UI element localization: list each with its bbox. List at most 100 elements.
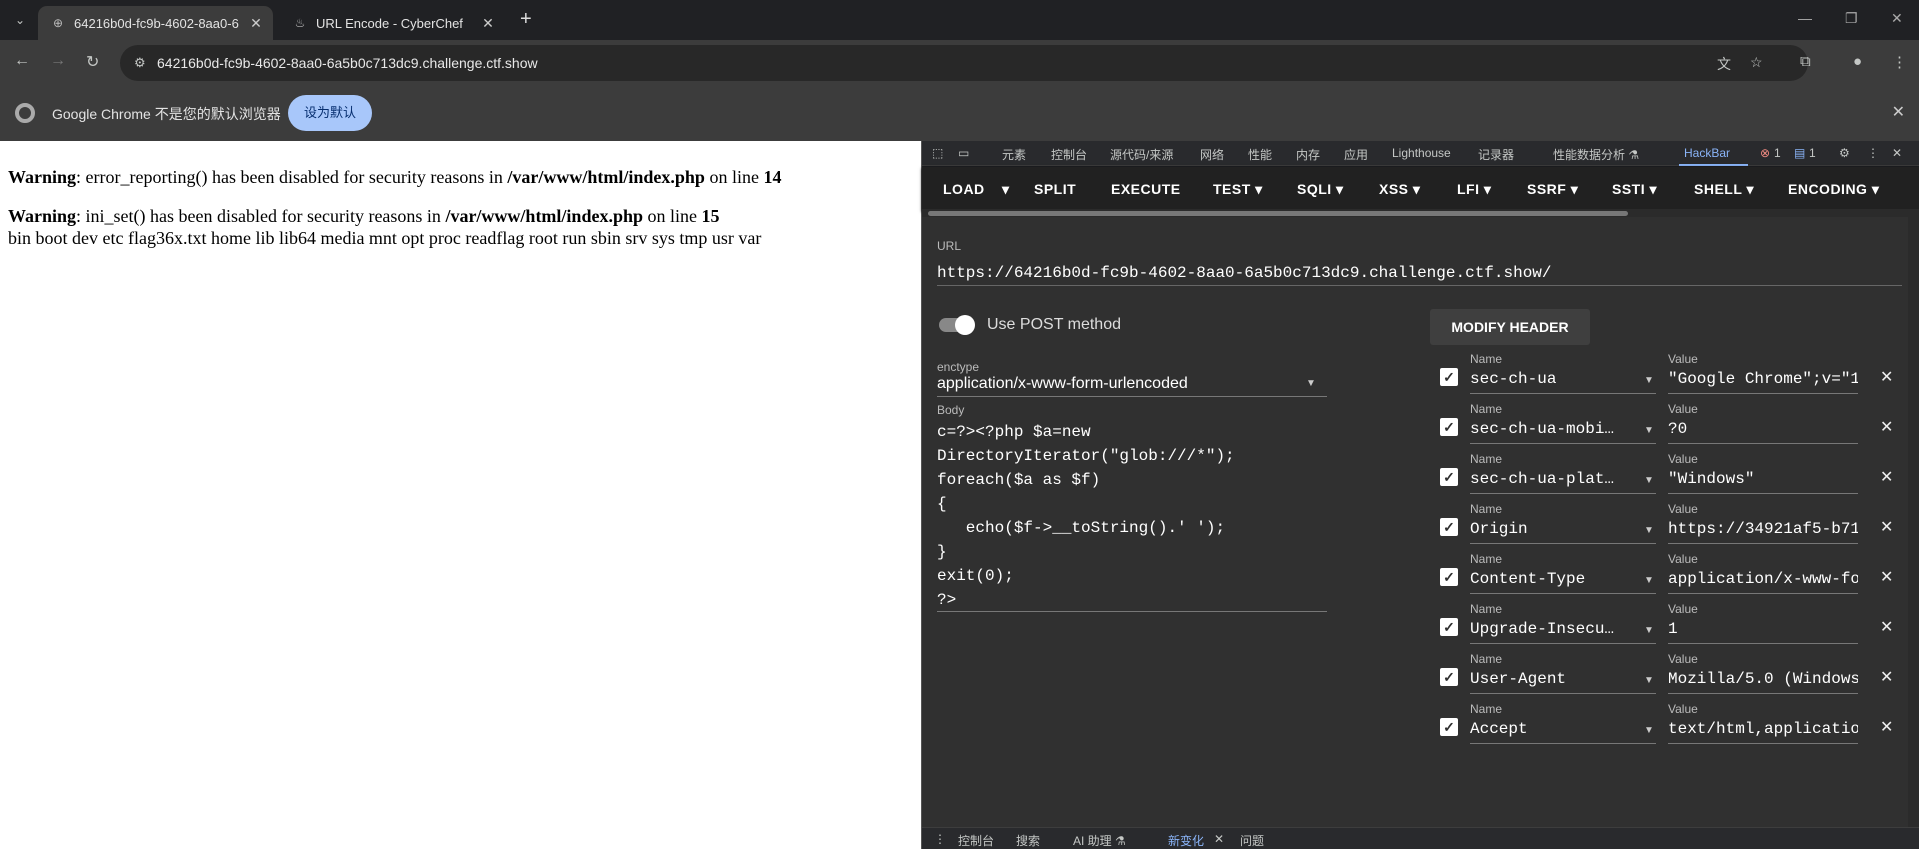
ssti-menu[interactable]: SSTI ▾ xyxy=(1612,181,1657,198)
error-count-icon[interactable]: ⊗ xyxy=(1760,146,1770,160)
header-name-select[interactable]: sec-ch-ua-plat… xyxy=(1470,470,1656,494)
header-name-select[interactable]: Origin xyxy=(1470,520,1656,544)
drawer-tab-search[interactable]: 搜索 xyxy=(1016,832,1040,849)
close-devtools-icon[interactable]: ✕ xyxy=(1892,146,1902,160)
header-enabled-checkbox[interactable]: ✓ xyxy=(1440,718,1458,736)
settings-gear-icon[interactable]: ⚙ xyxy=(1839,146,1850,160)
tab-memory[interactable]: 内存 xyxy=(1296,146,1320,163)
translate-icon[interactable]: 文 xyxy=(1717,54,1731,74)
message-count[interactable]: 1 xyxy=(1809,146,1816,160)
tab-recorder[interactable]: 记录器 xyxy=(1478,146,1514,163)
site-info-icon[interactable]: ⚙ xyxy=(134,55,146,71)
header-name-select[interactable]: Accept xyxy=(1470,720,1656,744)
drawer-tab-console[interactable]: 控制台 xyxy=(958,832,994,849)
header-name-dropdown-icon[interactable]: ▼ xyxy=(1644,625,1654,636)
header-name-select[interactable]: User-Agent xyxy=(1470,670,1656,694)
header-enabled-checkbox[interactable]: ✓ xyxy=(1440,418,1458,436)
tab-elements[interactable]: 元素 xyxy=(1002,146,1026,163)
header-name-select[interactable]: Upgrade-Insecu… xyxy=(1470,620,1656,644)
set-default-button[interactable]: 设为默认 xyxy=(288,95,372,131)
tab-application[interactable]: 应用 xyxy=(1344,146,1368,163)
tab-performance-insights[interactable]: 性能数据分析 ⚗ xyxy=(1553,146,1639,163)
header-name-dropdown-icon[interactable]: ▼ xyxy=(1644,575,1654,586)
header-value-input[interactable]: https://34921af5-b71 xyxy=(1668,520,1858,544)
header-name-dropdown-icon[interactable]: ▼ xyxy=(1644,675,1654,686)
restore-icon[interactable]: ❐ xyxy=(1845,10,1858,27)
load-button[interactable]: LOAD xyxy=(943,181,985,197)
tab-cyberchef[interactable]: ♨ URL Encode - CyberChef ✕ xyxy=(280,6,505,40)
post-method-toggle[interactable] xyxy=(939,315,975,335)
delete-header-icon[interactable]: ✕ xyxy=(1880,517,1893,537)
modify-header-button[interactable]: MODIFY HEADER xyxy=(1430,309,1590,345)
devtools-menu-icon[interactable]: ⋮ xyxy=(1867,146,1879,160)
close-window-icon[interactable]: ✕ xyxy=(1891,10,1903,27)
header-name-dropdown-icon[interactable]: ▼ xyxy=(1644,475,1654,486)
header-value-input[interactable]: Mozilla/5.0 (Windows xyxy=(1668,670,1858,694)
url-input[interactable]: https://64216b0d-fc9b-4602-8aa0-6a5b0c71… xyxy=(937,264,1902,286)
close-drawer-tab-icon[interactable]: ✕ xyxy=(1214,832,1224,846)
enctype-dropdown-icon[interactable]: ▼ xyxy=(1306,378,1316,389)
tab-performance[interactable]: 性能 xyxy=(1248,146,1272,163)
extensions-icon[interactable]: ⧉ xyxy=(1800,53,1811,70)
header-enabled-checkbox[interactable]: ✓ xyxy=(1440,468,1458,486)
execute-button[interactable]: EXECUTE xyxy=(1111,181,1181,197)
header-value-input[interactable]: "Windows" xyxy=(1668,470,1858,494)
body-textarea[interactable]: c=?><?php $a=new DirectoryIterator("glob… xyxy=(937,420,1327,612)
header-name-select[interactable]: Content-Type xyxy=(1470,570,1656,594)
error-count[interactable]: 1 xyxy=(1774,146,1781,160)
header-enabled-checkbox[interactable]: ✓ xyxy=(1440,668,1458,686)
header-value-input[interactable]: "Google Chrome";v="1 xyxy=(1668,370,1858,394)
scrollbar-thumb[interactable] xyxy=(928,211,1628,216)
tab-lighthouse[interactable]: Lighthouse xyxy=(1392,146,1451,160)
header-enabled-checkbox[interactable]: ✓ xyxy=(1440,368,1458,386)
header-enabled-checkbox[interactable]: ✓ xyxy=(1440,568,1458,586)
header-name-dropdown-icon[interactable]: ▼ xyxy=(1644,725,1654,736)
enctype-select[interactable]: application/x-www-form-urlencoded xyxy=(937,375,1327,397)
test-menu[interactable]: TEST ▾ xyxy=(1213,181,1263,198)
ssrf-menu[interactable]: SSRF ▾ xyxy=(1527,181,1578,198)
sqli-menu[interactable]: SQLI ▾ xyxy=(1297,181,1344,198)
tab-console[interactable]: 控制台 xyxy=(1051,146,1087,163)
header-name-select[interactable]: sec-ch-ua xyxy=(1470,370,1656,394)
drawer-tab-ai-assistant[interactable]: AI 助理 ⚗ xyxy=(1073,832,1126,849)
tab-sources[interactable]: 源代码/来源 xyxy=(1110,146,1173,163)
new-tab-icon[interactable]: + xyxy=(520,8,532,31)
load-dropdown-icon[interactable]: ▾ xyxy=(1002,181,1010,198)
header-enabled-checkbox[interactable]: ✓ xyxy=(1440,618,1458,636)
tab-challenge[interactable]: ⊕ 64216b0d-fc9b-4602-8aa0-6 ✕ xyxy=(38,6,273,40)
close-tab-icon[interactable]: ✕ xyxy=(477,15,499,32)
header-value-input[interactable]: ?0 xyxy=(1668,420,1858,444)
header-enabled-checkbox[interactable]: ✓ xyxy=(1440,518,1458,536)
delete-header-icon[interactable]: ✕ xyxy=(1880,417,1893,437)
hackbar-vertical-scrollbar[interactable] xyxy=(1908,217,1919,827)
header-value-input[interactable]: 1 xyxy=(1668,620,1858,644)
header-name-dropdown-icon[interactable]: ▼ xyxy=(1644,375,1654,386)
minimize-icon[interactable]: — xyxy=(1798,10,1812,26)
delete-header-icon[interactable]: ✕ xyxy=(1880,617,1893,637)
bookmark-star-icon[interactable]: ☆ xyxy=(1750,54,1763,71)
tab-search-chevron-icon[interactable]: ⌄ xyxy=(8,9,32,31)
close-tab-icon[interactable]: ✕ xyxy=(245,15,267,32)
header-value-input[interactable]: application/x-www-fo xyxy=(1668,570,1858,594)
inspect-icon[interactable]: ⬚ xyxy=(932,146,943,160)
hackbar-menu-scrollbar[interactable] xyxy=(922,209,1919,217)
profile-icon[interactable]: ● xyxy=(1853,53,1862,70)
header-name-dropdown-icon[interactable]: ▼ xyxy=(1644,425,1654,436)
drawer-tab-whats-new[interactable]: 新变化 xyxy=(1168,832,1204,849)
delete-header-icon[interactable]: ✕ xyxy=(1880,467,1893,487)
close-infobar-icon[interactable]: ✕ xyxy=(1892,102,1905,122)
back-icon[interactable]: ← xyxy=(14,52,30,70)
split-button[interactable]: SPLIT xyxy=(1034,181,1076,197)
delete-header-icon[interactable]: ✕ xyxy=(1880,367,1893,387)
tab-network[interactable]: 网络 xyxy=(1200,146,1224,163)
lfi-menu[interactable]: LFI ▾ xyxy=(1457,181,1491,198)
header-name-select[interactable]: sec-ch-ua-mobi… xyxy=(1470,420,1656,444)
header-value-input[interactable]: text/html,applicatio xyxy=(1668,720,1858,744)
address-url[interactable]: 64216b0d-fc9b-4602-8aa0-6a5b0c713dc9.cha… xyxy=(157,55,538,71)
delete-header-icon[interactable]: ✕ xyxy=(1880,717,1893,737)
drawer-tab-issues[interactable]: 问题 xyxy=(1240,832,1264,849)
delete-header-icon[interactable]: ✕ xyxy=(1880,567,1893,587)
reload-icon[interactable]: ↻ xyxy=(86,52,99,72)
forward-icon[interactable]: → xyxy=(50,52,66,70)
xss-menu[interactable]: XSS ▾ xyxy=(1379,181,1420,198)
